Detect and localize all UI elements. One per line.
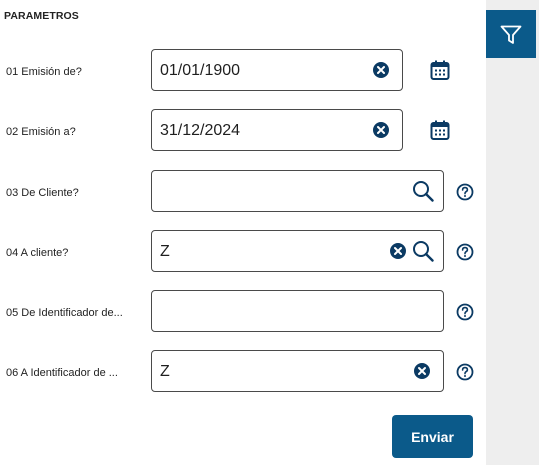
- emision-de-input[interactable]: 01/01/1900: [151, 49, 403, 91]
- calendar-icon[interactable]: [430, 120, 450, 146]
- clear-icon[interactable]: [373, 122, 389, 138]
- param-label-a-identificador: 06 A Identificador de ...: [6, 367, 118, 379]
- page-title: PARAMETROS: [4, 10, 79, 22]
- de-cliente-input[interactable]: [151, 170, 444, 212]
- emision-a-value: 31/12/2024: [160, 122, 241, 139]
- filter-icon: [500, 25, 522, 50]
- help-icon[interactable]: [456, 183, 474, 206]
- param-label-a-cliente: 04 A cliente?: [6, 247, 69, 259]
- param-label-emision-de: 01 Emisión de?: [6, 66, 82, 78]
- clear-icon[interactable]: [414, 363, 430, 379]
- side-panel: [486, 0, 539, 465]
- calendar-icon[interactable]: [430, 60, 450, 86]
- a-identificador-input[interactable]: Z: [151, 350, 444, 392]
- filter-button[interactable]: [486, 10, 536, 58]
- param-label-de-identificador: 05 De Identificador de...: [6, 307, 123, 319]
- clear-icon[interactable]: [373, 62, 389, 78]
- search-icon[interactable]: [412, 180, 434, 207]
- de-identificador-input[interactable]: [151, 290, 444, 332]
- emision-a-input[interactable]: 31/12/2024: [151, 109, 403, 151]
- help-icon[interactable]: [456, 363, 474, 386]
- a-identificador-value: Z: [160, 363, 170, 380]
- help-icon[interactable]: [456, 303, 474, 326]
- help-icon[interactable]: [456, 243, 474, 266]
- a-cliente-input[interactable]: Z: [151, 230, 444, 272]
- a-cliente-value: Z: [160, 243, 170, 260]
- clear-icon[interactable]: [390, 243, 406, 259]
- param-label-emision-a: 02 Emisión a?: [6, 126, 76, 138]
- emision-de-value: 01/01/1900: [160, 62, 241, 79]
- enviar-button[interactable]: Enviar: [392, 415, 473, 458]
- search-icon[interactable]: [412, 240, 434, 267]
- param-label-de-cliente: 03 De Cliente?: [6, 187, 79, 199]
